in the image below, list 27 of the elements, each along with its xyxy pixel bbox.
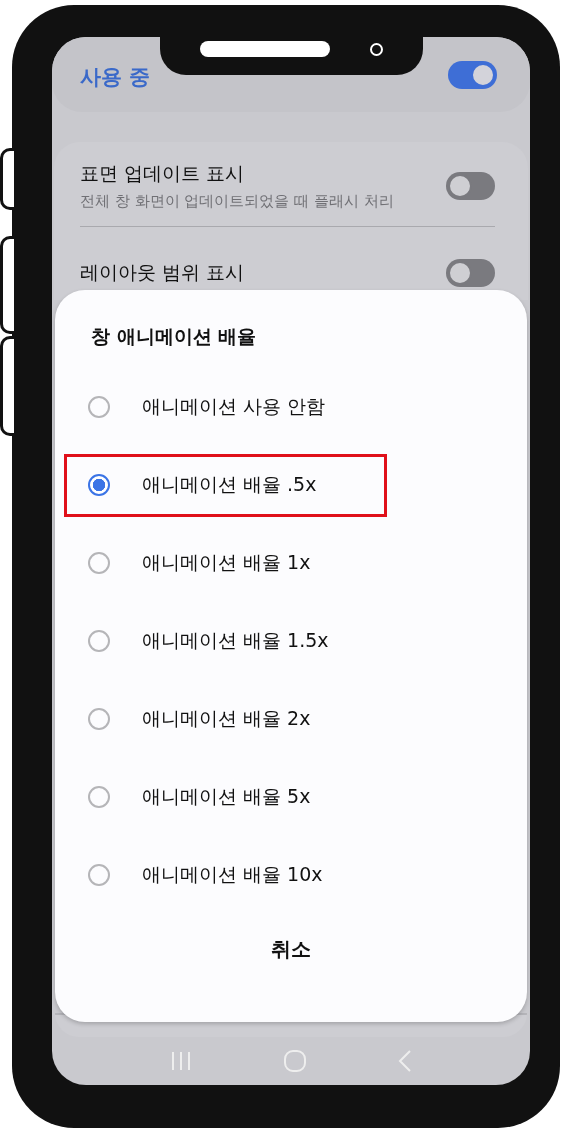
radio-button[interactable] xyxy=(88,552,110,574)
setting-title: 레이아웃 범위 표시 xyxy=(80,260,245,285)
radio-button[interactable] xyxy=(88,864,110,886)
camera-lens xyxy=(370,42,383,56)
home-icon[interactable] xyxy=(283,1049,307,1073)
option-label[interactable]: 애니메이션 배율 5x xyxy=(142,784,311,810)
option-label[interactable]: 애니메이션 배율 .5x xyxy=(142,472,317,498)
option-label[interactable]: 애니메이션 배율 1.5x xyxy=(142,628,329,654)
recent-apps-icon[interactable] xyxy=(169,1050,193,1072)
option-label[interactable]: 애니메이션 배율 2x xyxy=(142,706,311,732)
radio-button[interactable] xyxy=(88,474,110,496)
setting-title: 표면 업데이트 표시 xyxy=(80,161,246,186)
toggle-switch[interactable] xyxy=(446,259,495,287)
option-label[interactable]: 애니메이션 배율 10x xyxy=(142,862,323,888)
setting-description: 전체 창 화면이 업데이트되었을 때 플래시 처리 xyxy=(80,192,394,211)
cancel-button[interactable]: 취소 xyxy=(251,928,331,971)
toggle-switch[interactable] xyxy=(448,60,497,89)
toggle-switch[interactable] xyxy=(446,172,495,200)
radio-button[interactable] xyxy=(88,396,110,418)
back-icon[interactable] xyxy=(397,1049,413,1073)
radio-button[interactable] xyxy=(88,786,110,808)
option-label[interactable]: 애니메이션 사용 안함 xyxy=(142,394,326,420)
radio-button[interactable] xyxy=(88,708,110,730)
switch-label: 사용 중 xyxy=(80,63,151,91)
radio-button[interactable] xyxy=(88,630,110,652)
option-label[interactable]: 애니메이션 배율 1x xyxy=(142,550,311,576)
dialog-title: 창 애니메이션 배율 xyxy=(91,324,258,349)
